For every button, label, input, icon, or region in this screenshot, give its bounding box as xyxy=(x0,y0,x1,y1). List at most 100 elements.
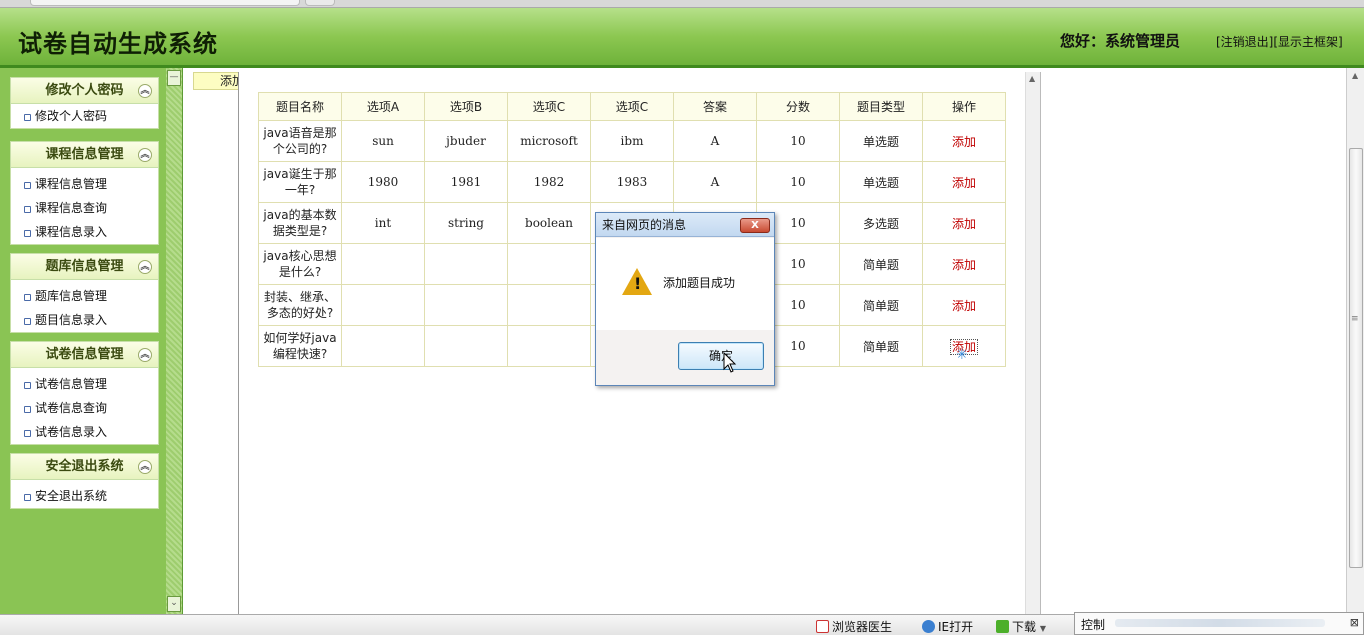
collapse-up-icon[interactable]: — xyxy=(167,70,181,86)
dialog-title: 来自网页的消息 xyxy=(602,218,687,232)
download-button[interactable]: 下载 ▼ xyxy=(996,618,1046,635)
ie-open-button[interactable]: IE打开 xyxy=(922,618,973,635)
add-tab[interactable]: 添加 xyxy=(193,72,239,90)
chevron-down-icon[interactable]: ▼ xyxy=(1040,624,1046,633)
sidebar-item-course-manage[interactable]: 课程信息管理 xyxy=(11,172,158,196)
table-row: java语音是那个公司的? sun jbuder microsoft ibm A… xyxy=(258,120,1006,162)
cell-option-b xyxy=(424,284,508,326)
ok-button[interactable]: 确定 xyxy=(678,342,764,370)
double-chevron-up-icon[interactable]: ︽ xyxy=(138,460,152,474)
new-tab-button[interactable] xyxy=(305,0,335,6)
col-header: 选项C xyxy=(590,92,674,121)
cell-option-c xyxy=(507,284,591,326)
frame-splitter[interactable]: — ⌄ xyxy=(166,68,183,614)
cell-option-d: 1983 xyxy=(590,161,674,203)
section-title: 题库信息管理 xyxy=(45,259,124,274)
cell-type: 单选题 xyxy=(839,161,923,203)
cell-type: 单选题 xyxy=(839,120,923,162)
app-header: 试卷自动生成系统 您好：系统管理员 [注销退出][显示主框架] xyxy=(0,8,1364,68)
cell-option-c xyxy=(507,325,591,367)
warning-icon: ! xyxy=(622,268,652,295)
cell-type: 多选题 xyxy=(839,202,923,244)
cell-score: 10 xyxy=(756,161,840,203)
sidebar-section-course: 课程信息管理 ︽ 课程信息管理 课程信息查询 课程信息录入 xyxy=(10,141,159,245)
sidebar-section-exam: 试卷信息管理 ︽ 试卷信息管理 试卷信息查询 试卷信息录入 xyxy=(10,341,159,445)
section-header[interactable]: 修改个人密码 ︽ xyxy=(11,78,158,104)
cell-option-b xyxy=(424,325,508,367)
browser-tab-strip xyxy=(0,0,1364,8)
cell-name: java核心思想是什么? xyxy=(258,243,342,285)
cell-option-a xyxy=(341,325,425,367)
cell-option-a xyxy=(341,243,425,285)
scroll-thumb[interactable] xyxy=(1349,148,1363,568)
section-header[interactable]: 试卷信息管理 ︽ xyxy=(11,342,158,368)
col-header: 分数 xyxy=(756,92,840,121)
sidebar-item-course-entry[interactable]: 课程信息录入 xyxy=(11,220,158,244)
cell-option-a: 1980 xyxy=(341,161,425,203)
sidebar-item-change-password[interactable]: 修改个人密码 xyxy=(11,104,158,128)
status-label: IE打开 xyxy=(938,620,974,634)
page-scrollbar[interactable]: ▲ ≡ xyxy=(1346,68,1364,614)
col-header: 题目名称 xyxy=(258,92,342,121)
col-header: 选项C xyxy=(507,92,591,121)
add-link[interactable]: 添加 xyxy=(922,202,1006,244)
col-header: 答案 xyxy=(673,92,757,121)
collapse-down-icon[interactable]: ⌄ xyxy=(167,596,181,612)
sidebar-item-safe-logout[interactable]: 安全退出系统 xyxy=(11,484,158,508)
inner-scrollbar[interactable]: ▲ xyxy=(1025,72,1041,614)
double-chevron-up-icon[interactable]: ︽ xyxy=(138,148,152,162)
double-chevron-up-icon[interactable]: ︽ xyxy=(138,260,152,274)
double-chevron-up-icon[interactable]: ︽ xyxy=(138,348,152,362)
sidebar-item-bank-manage[interactable]: 题库信息管理 xyxy=(11,284,158,308)
cell-score: 10 xyxy=(756,120,840,162)
cell-name: java语音是那个公司的? xyxy=(258,120,342,162)
sidebar-item-exam-entry[interactable]: 试卷信息录入 xyxy=(11,420,158,444)
add-link[interactable]: 添加 xyxy=(922,243,1006,285)
cell-option-c: microsoft xyxy=(507,120,591,162)
add-link[interactable]: 添加 xyxy=(922,161,1006,203)
ie-icon xyxy=(922,620,935,633)
cell-option-b xyxy=(424,243,508,285)
sidebar-item-exam-query[interactable]: 试卷信息查询 xyxy=(11,396,158,420)
add-link[interactable]: 添加 xyxy=(922,120,1006,162)
col-header: 选项B xyxy=(424,92,508,121)
loading-spinner-icon: ✳ xyxy=(956,347,968,363)
close-icon[interactable]: X xyxy=(740,218,770,233)
cell-option-b: 1981 xyxy=(424,161,508,203)
cell-option-a xyxy=(341,284,425,326)
close-icon[interactable]: ⊠ xyxy=(1350,616,1359,629)
content-divider xyxy=(238,72,239,614)
medical-kit-icon xyxy=(816,620,829,633)
sidebar: 修改个人密码 ︽ 修改个人密码 课程信息管理 ︽ 课程信息管理 课程信息查询 课程信… xyxy=(0,68,166,614)
scroll-up-icon[interactable]: ▲ xyxy=(1352,71,1358,80)
col-header: 题目类型 xyxy=(839,92,923,121)
browser-tab[interactable] xyxy=(30,0,300,6)
cell-answer: A xyxy=(673,120,757,162)
section-header[interactable]: 安全退出系统 ︽ xyxy=(11,454,158,480)
cell-option-b: jbuder xyxy=(424,120,508,162)
sidebar-section-password: 修改个人密码 ︽ 修改个人密码 xyxy=(10,77,159,129)
double-chevron-up-icon[interactable]: ︽ xyxy=(138,84,152,98)
cell-type: 简单题 xyxy=(839,325,923,367)
section-header[interactable]: 题库信息管理 ︽ xyxy=(11,254,158,280)
show-main-frame-link[interactable]: [显示主框架] xyxy=(1273,35,1342,49)
section-header[interactable]: 课程信息管理 ︽ xyxy=(11,142,158,168)
cell-option-c: boolean xyxy=(507,202,591,244)
logout-link[interactable]: [注销退出] xyxy=(1216,35,1273,49)
sidebar-item-exam-manage[interactable]: 试卷信息管理 xyxy=(11,372,158,396)
add-link[interactable]: 添加 xyxy=(922,284,1006,326)
section-title: 安全退出系统 xyxy=(45,459,124,474)
scroll-up-icon[interactable]: ▲ xyxy=(1029,74,1035,83)
cell-name: 如何学好java编程快速? xyxy=(258,325,342,367)
section-title: 试卷信息管理 xyxy=(45,347,124,362)
sidebar-item-course-query[interactable]: 课程信息查询 xyxy=(11,196,158,220)
app-title: 试卷自动生成系统 xyxy=(18,29,218,58)
status-label: 下载 xyxy=(1012,620,1037,634)
cell-option-a: int xyxy=(341,202,425,244)
status-label: 浏览器医生 xyxy=(832,620,893,634)
cell-answer: A xyxy=(673,161,757,203)
header-links: [注销退出][显示主框架] xyxy=(1216,33,1343,50)
browser-doctor-button[interactable]: 浏览器医生 xyxy=(816,618,892,635)
download-arrow-icon xyxy=(996,620,1009,633)
sidebar-item-question-entry[interactable]: 题目信息录入 xyxy=(11,308,158,332)
